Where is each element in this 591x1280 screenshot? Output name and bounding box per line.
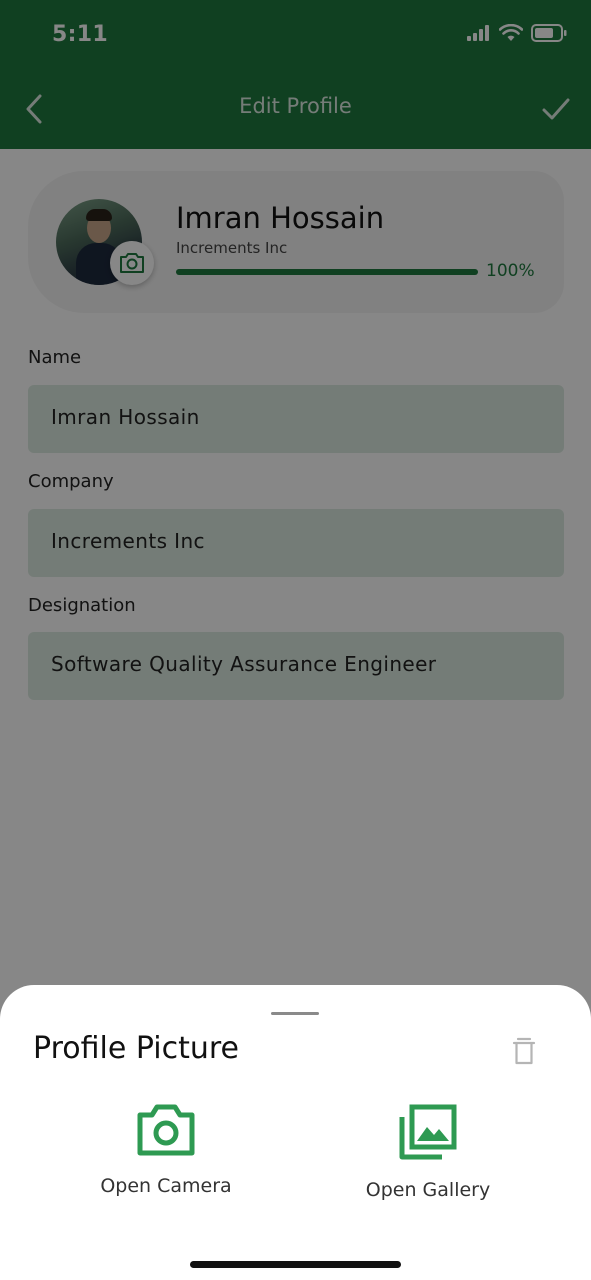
delete-trash-icon[interactable]: [509, 1035, 539, 1067]
open-camera-button[interactable]: Open Camera: [66, 1103, 266, 1197]
open-gallery-button[interactable]: Open Gallery: [328, 1103, 528, 1201]
sheet-title: Profile Picture: [33, 1031, 239, 1066]
open-gallery-label: Open Gallery: [365, 1179, 491, 1201]
profile-picture-sheet: Profile Picture Open Camera Open Gallery: [0, 985, 591, 1280]
home-indicator[interactable]: [190, 1261, 401, 1268]
open-camera-label: Open Camera: [100, 1175, 232, 1197]
edit-profile-screen: 5:11 Edit Profile Imran Hossain Incremen…: [0, 0, 591, 1280]
gallery-icon: [399, 1104, 457, 1160]
camera-icon: [137, 1104, 195, 1156]
sheet-drag-handle[interactable]: [271, 1012, 319, 1015]
